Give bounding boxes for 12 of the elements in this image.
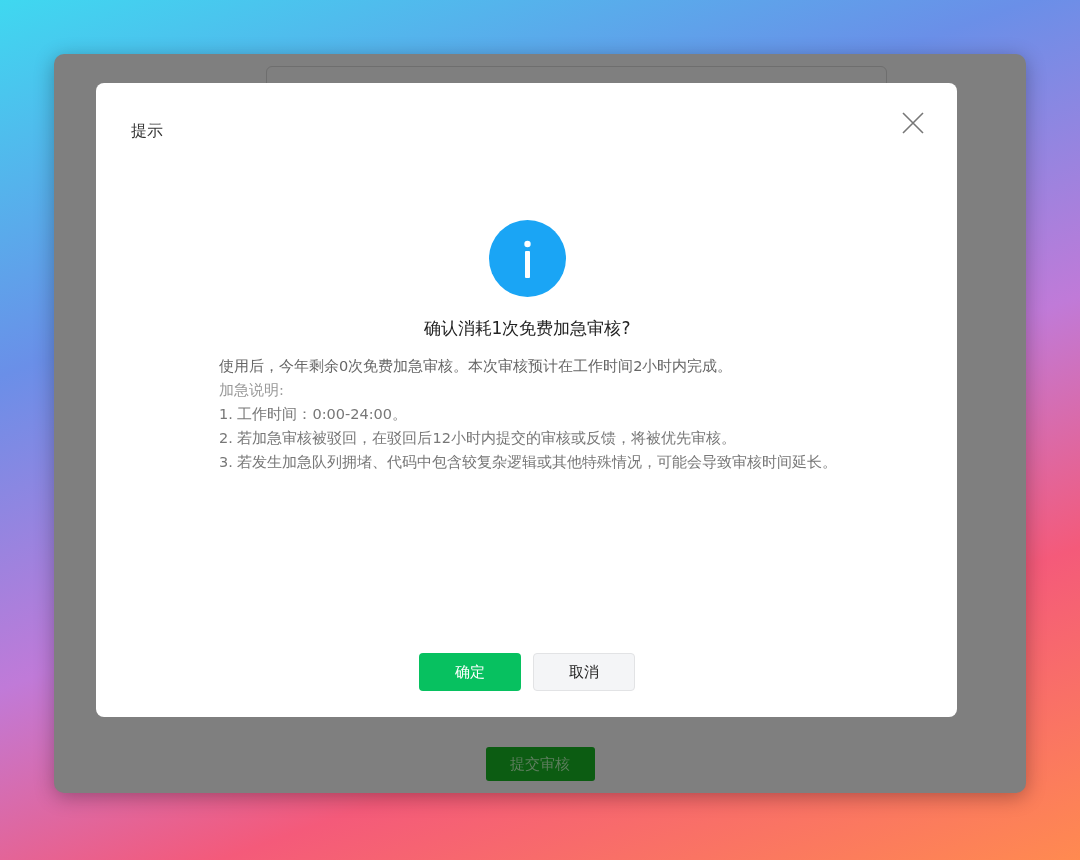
note-text: 1. 工作时间：0:00-24:00。 xyxy=(219,405,409,424)
note-text: 2. 若加急审核被驳回，在驳回后12小时内提交的审核或反馈，将被优先审核。 xyxy=(219,429,737,448)
cancel-button[interactable]: 取消 xyxy=(533,653,635,691)
confirm-button[interactable]: 确定 xyxy=(419,653,521,691)
notes-title: 加急说明: xyxy=(219,381,285,400)
message-text: 使用后，今年剩余0次免费加急审核。本次审核预计在工作时间2小时内完成。 xyxy=(219,357,734,376)
dialog-title: 提示 xyxy=(131,121,163,142)
info-icon xyxy=(488,220,566,297)
close-icon[interactable] xyxy=(902,112,924,134)
submit-review-button[interactable]: 提交审核 xyxy=(485,747,595,781)
dialog-heading: 确认消耗1次免费加急审核? xyxy=(423,317,631,340)
note-text: 3. 若发生加急队列拥堵、代码中包含较复杂逻辑或其他特殊情况，可能会导致审核时间延长。 xyxy=(219,453,839,472)
